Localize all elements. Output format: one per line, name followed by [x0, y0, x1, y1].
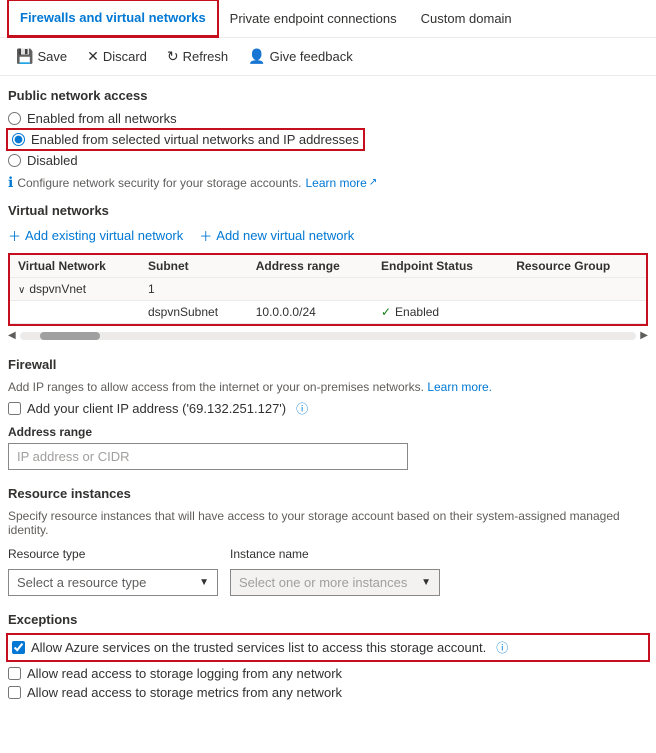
radio-disabled[interactable]: Disabled [8, 153, 648, 168]
exception-metrics-checkbox[interactable]: Allow read access to storage metrics fro… [8, 685, 648, 700]
resource-type-select[interactable]: Select a resource type ▼ [8, 569, 218, 596]
tab-custom-domain[interactable]: Custom domain [409, 1, 524, 36]
tab-private-endpoint[interactable]: Private endpoint connections [218, 1, 409, 36]
col-rg: Resource Group [508, 255, 646, 278]
col-vnet: Virtual Network [10, 255, 140, 278]
exceptions-section: Exceptions Allow Azure services on the t… [8, 612, 648, 700]
exceptions-title: Exceptions [8, 612, 648, 627]
vnet-table: Virtual Network Subnet Address range End… [10, 255, 646, 324]
instance-name-select[interactable]: Select one or more instances ▼ [230, 569, 440, 596]
instance-name-label: Instance name [230, 547, 440, 561]
resource-type-label: Resource type [8, 547, 218, 561]
firewall-title: Firewall [8, 357, 648, 372]
firewall-learn-more-link[interactable]: Learn more. [427, 380, 492, 394]
col-status: Endpoint Status [373, 255, 508, 278]
resource-instances-title: Resource instances [8, 486, 648, 501]
table-row[interactable]: ∨dspvnVnet 1 [10, 278, 646, 301]
add-new-vnet-button[interactable]: ＋ Add new virtual network [199, 226, 354, 245]
checkmark-icon: ✓ [381, 305, 391, 319]
col-address: Address range [248, 255, 373, 278]
save-icon: 💾 [16, 48, 33, 65]
learn-more-link[interactable]: Learn more ↗ [305, 176, 377, 190]
public-network-title: Public network access [8, 88, 648, 103]
table-row[interactable]: dspvnSubnet 10.0.0.0/24 ✓ Enabled [10, 301, 646, 324]
horizontal-scrollbar[interactable]: ◀ ▶ [8, 330, 648, 341]
address-range-input[interactable] [8, 443, 408, 470]
firewall-desc: Add IP ranges to allow access from the i… [8, 380, 648, 394]
exception-logging-checkbox[interactable]: Allow read access to storage logging fro… [8, 666, 648, 681]
discard-icon: ✕ [87, 48, 99, 65]
resource-instances-desc: Specify resource instances that will hav… [8, 509, 648, 537]
feedback-icon: 👤 [248, 48, 265, 65]
scroll-left-icon[interactable]: ◀ [8, 330, 16, 341]
exception-trusted-checkbox[interactable]: Allow Azure services on the trusted serv… [8, 635, 648, 660]
tab-bar: Firewalls and virtual networks Private e… [0, 0, 656, 38]
chevron-icon: ∨ [18, 285, 25, 296]
firewall-section: Firewall Add IP ranges to allow access f… [8, 357, 648, 470]
network-info-row: ℹ Configure network security for your st… [8, 174, 648, 191]
chevron-down-icon: ▼ [199, 577, 209, 588]
external-link-icon: ↗ [369, 177, 377, 188]
info-circle-icon: ⓘ [296, 400, 308, 417]
radio-selected-networks[interactable]: Enabled from selected virtual networks a… [8, 130, 363, 149]
tab-firewalls[interactable]: Firewalls and virtual networks [8, 0, 218, 37]
col-subnet: Subnet [140, 255, 248, 278]
address-range-field: Address range [8, 425, 648, 470]
scroll-right-icon[interactable]: ▶ [640, 330, 648, 341]
client-ip-checkbox[interactable]: Add your client IP address ('69.132.251.… [8, 400, 648, 417]
info-icon: ℹ [8, 174, 13, 191]
virtual-networks-title: Virtual networks [8, 203, 648, 218]
virtual-networks-section: Virtual networks ＋ Add existing virtual … [8, 203, 648, 341]
plus-icon-new: ＋ [199, 226, 212, 245]
info-circle-trusted-icon: ⓘ [496, 639, 508, 656]
refresh-button[interactable]: ↻ Refresh [159, 44, 236, 69]
refresh-icon: ↻ [167, 48, 179, 65]
address-range-label: Address range [8, 425, 648, 439]
radio-all-networks[interactable]: Enabled from all networks [8, 111, 648, 126]
feedback-button[interactable]: 👤 Give feedback [240, 44, 361, 69]
add-existing-vnet-button[interactable]: ＋ Add existing virtual network [8, 226, 183, 245]
resource-instances-section: Resource instances Specify resource inst… [8, 486, 648, 596]
save-button[interactable]: 💾 Save [8, 44, 75, 69]
toolbar: 💾 Save ✕ Discard ↻ Refresh 👤 Give feedba… [0, 38, 656, 76]
public-network-section: Public network access Enabled from all n… [8, 88, 648, 191]
discard-button[interactable]: ✕ Discard [79, 44, 155, 69]
plus-icon: ＋ [8, 226, 21, 245]
chevron-down-icon-instance: ▼ [421, 577, 431, 588]
